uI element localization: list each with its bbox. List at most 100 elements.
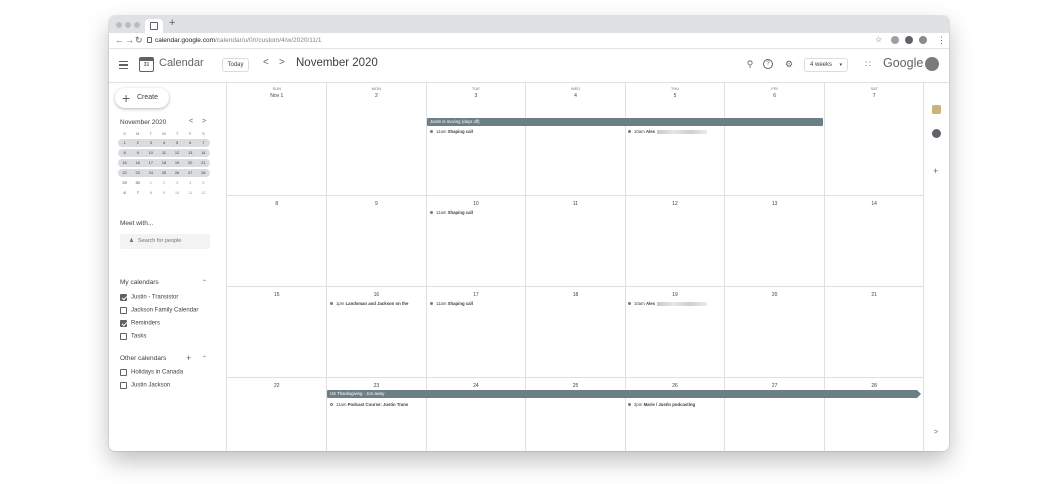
mini-day[interactable]: 1 <box>118 139 131 147</box>
mini-day[interactable]: 1 <box>144 179 157 187</box>
chevron-up-icon[interactable]: ⌃ <box>202 279 207 286</box>
mini-day[interactable]: 5 <box>197 179 210 187</box>
mini-day[interactable]: 12 <box>171 149 184 157</box>
tasks-icon[interactable] <box>932 129 941 138</box>
mini-day[interactable]: 8 <box>118 149 131 157</box>
mini-day[interactable]: 17 <box>144 159 157 167</box>
event-chip[interactable]: 11am Podcast Course: Justin Trans <box>330 401 424 408</box>
event-chip[interactable]: 10am Ales <box>628 300 722 307</box>
account-avatar[interactable] <box>925 57 939 71</box>
day-number[interactable]: 21 <box>824 292 924 298</box>
back-icon[interactable]: ← <box>115 35 124 45</box>
forward-icon[interactable]: → <box>125 35 134 45</box>
mini-day[interactable]: 4 <box>157 139 170 147</box>
day-number[interactable]: 19 <box>625 292 725 298</box>
event-chip[interactable]: 11am Shaping call <box>430 300 522 307</box>
get-addons-icon[interactable]: + <box>933 166 938 176</box>
day-number[interactable]: 7 <box>824 93 924 99</box>
mini-prev-button[interactable]: < <box>189 118 193 125</box>
event-chip[interactable]: 11am Shaping call <box>430 209 522 216</box>
profile-icon[interactable] <box>919 36 927 44</box>
help-icon[interactable]: ? <box>763 59 773 69</box>
mini-day[interactable]: 25 <box>157 169 170 177</box>
mini-day[interactable]: 3 <box>171 179 184 187</box>
mini-day[interactable]: 26 <box>171 169 184 177</box>
day-number[interactable]: 5 <box>625 93 725 99</box>
day-number[interactable]: 15 <box>227 292 327 298</box>
mini-day[interactable]: 10 <box>144 149 157 157</box>
extensions-puzzle-icon[interactable] <box>905 36 913 44</box>
day-number[interactable]: 4 <box>526 93 626 99</box>
day-number[interactable]: 26 <box>625 383 725 389</box>
browser-tab[interactable] <box>145 19 163 33</box>
mini-day[interactable]: 2 <box>157 179 170 187</box>
mini-day[interactable]: 6 <box>118 189 131 197</box>
day-number[interactable]: 25 <box>526 383 626 389</box>
maximize-window-button[interactable] <box>134 22 140 28</box>
mini-day[interactable]: 29 <box>118 179 131 187</box>
mini-day[interactable]: 20 <box>184 159 197 167</box>
mini-day[interactable]: 11 <box>157 149 170 157</box>
day-number[interactable]: 9 <box>327 201 427 207</box>
day-number[interactable]: 11 <box>526 201 626 207</box>
checkbox-checked-icon[interactable] <box>120 320 127 327</box>
mini-day[interactable]: 27 <box>184 169 197 177</box>
day-number[interactable]: 23 <box>327 383 427 389</box>
event-chip[interactable]: 10am Ales <box>628 128 722 135</box>
view-selector[interactable]: 4 weeks ▾ <box>804 58 848 72</box>
browser-menu-icon[interactable]: ⋮ <box>937 35 946 46</box>
event-chip[interactable]: 11am Shaping call <box>430 128 522 135</box>
mini-day[interactable]: 15 <box>118 159 131 167</box>
all-day-event-banner[interactable]: US Thanksgiving · Jon away <box>327 390 921 398</box>
mini-day[interactable]: 22 <box>118 169 131 177</box>
today-button[interactable]: Today <box>222 58 249 72</box>
day-number[interactable]: 8 <box>227 201 327 207</box>
checkbox-icon[interactable] <box>120 307 127 314</box>
add-calendar-icon[interactable]: + <box>186 353 191 363</box>
close-window-button[interactable] <box>116 22 122 28</box>
day-number[interactable]: 13 <box>725 201 825 207</box>
mini-day[interactable]: 12 <box>197 189 210 197</box>
mini-day[interactable]: 14 <box>197 149 210 157</box>
expand-panel-icon[interactable]: > <box>934 429 938 436</box>
search-icon[interactable]: ⚲ <box>745 59 755 69</box>
previous-period-button[interactable]: < <box>263 57 269 68</box>
reload-icon[interactable]: ↻ <box>135 35 143 46</box>
mini-day[interactable]: 6 <box>184 139 197 147</box>
event-chip[interactable]: 1pm Landsman and Jackson on the <box>330 300 424 307</box>
day-number[interactable]: 17 <box>426 292 526 298</box>
day-number[interactable]: 22 <box>227 383 327 389</box>
mini-day[interactable]: 3 <box>144 139 157 147</box>
day-number[interactable]: 24 <box>426 383 526 389</box>
chevron-up-icon[interactable]: ⌃ <box>202 355 207 362</box>
calendar-toggle[interactable]: Jackson Family Calendar <box>120 307 198 316</box>
checkbox-icon[interactable] <box>120 333 127 340</box>
apps-icon[interactable]: ∷ <box>863 59 873 69</box>
minimize-window-button[interactable] <box>125 22 131 28</box>
mini-day[interactable]: 5 <box>171 139 184 147</box>
calendar-toggle[interactable]: Justin - Transistor <box>120 294 178 303</box>
new-tab-button[interactable]: + <box>169 17 175 29</box>
mini-day[interactable]: 9 <box>131 149 144 157</box>
day-number[interactable]: 6 <box>725 93 825 99</box>
mini-day[interactable]: 9 <box>157 189 170 197</box>
mini-day[interactable]: 18 <box>157 159 170 167</box>
day-number[interactable]: 14 <box>824 201 924 207</box>
calendar-toggle[interactable]: Reminders <box>120 320 160 329</box>
day-number[interactable]: 3 <box>426 93 526 99</box>
checkbox-icon[interactable] <box>120 382 127 389</box>
mini-day[interactable]: 16 <box>131 159 144 167</box>
mini-day[interactable]: 28 <box>197 169 210 177</box>
checkbox-icon[interactable] <box>120 369 127 376</box>
mini-next-button[interactable]: > <box>202 118 206 125</box>
create-button[interactable]: + Create <box>115 88 169 108</box>
day-number[interactable]: 27 <box>725 383 825 389</box>
day-number[interactable]: 20 <box>725 292 825 298</box>
mini-day[interactable]: 7 <box>197 139 210 147</box>
calendar-toggle[interactable]: Holidays in Canada <box>120 369 183 378</box>
mini-day[interactable]: 2 <box>131 139 144 147</box>
mini-day[interactable]: 24 <box>144 169 157 177</box>
day-number[interactable]: 10 <box>426 201 526 207</box>
main-menu-icon[interactable] <box>119 61 128 69</box>
mini-day[interactable]: 10 <box>171 189 184 197</box>
